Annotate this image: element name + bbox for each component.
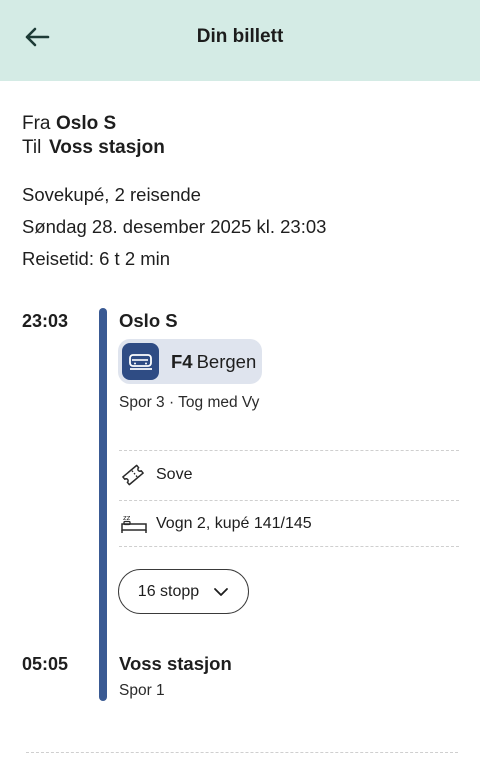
arrival-platform: Spor 1	[119, 682, 165, 699]
route-to: Til Voss stasjon	[22, 137, 165, 159]
from-label: Fra	[22, 113, 51, 134]
line-code: F4	[171, 350, 193, 372]
train-line-badge[interactable]: F4 Bergen	[118, 339, 262, 384]
ticket-type: Sovekupé, 2 reisende	[22, 184, 201, 205]
line-name: Bergen	[196, 350, 257, 372]
platform-operator: Spor 3 · Tog med Vy	[119, 394, 260, 411]
route-from: Fra Oslo S	[22, 113, 116, 135]
arrival-station: Voss stasjon	[119, 653, 232, 674]
divider	[119, 500, 459, 501]
page-title: Din billett	[196, 26, 284, 47]
travel-duration: Reisetid: 6 t 2 min	[22, 248, 171, 269]
departure-station: Oslo S	[119, 310, 178, 331]
journey-timeline	[99, 308, 107, 701]
train-icon	[122, 343, 159, 380]
svg-text:zz: zz	[123, 514, 131, 522]
divider	[119, 450, 459, 451]
service-row: Sove	[120, 463, 192, 487]
departure-time: 23:03	[22, 311, 69, 331]
seat-label: Vogn 2, kupé 141/145	[156, 515, 312, 532]
departure-datetime: Søndag 28. desember 2025 kl. 23:03	[22, 216, 327, 237]
divider	[119, 546, 459, 547]
chevron-down-icon	[213, 587, 229, 597]
service-label: Sove	[156, 466, 193, 483]
divider	[26, 752, 458, 753]
to-station: Voss stasjon	[49, 137, 165, 158]
ticket-icon	[120, 463, 148, 487]
from-station: Oslo S	[56, 113, 117, 134]
seat-row: zz Vogn 2, kupé 141/145	[120, 512, 312, 536]
app-header: Din billett	[0, 0, 480, 81]
to-label: Til	[22, 137, 42, 158]
show-stops-button[interactable]: 16 stopp	[118, 569, 249, 614]
stops-label: 16 stopp	[137, 582, 200, 600]
bed-icon: zz	[120, 512, 148, 536]
arrival-time: 05:05	[22, 654, 69, 674]
train-line-text: F4 Bergen	[171, 351, 256, 373]
